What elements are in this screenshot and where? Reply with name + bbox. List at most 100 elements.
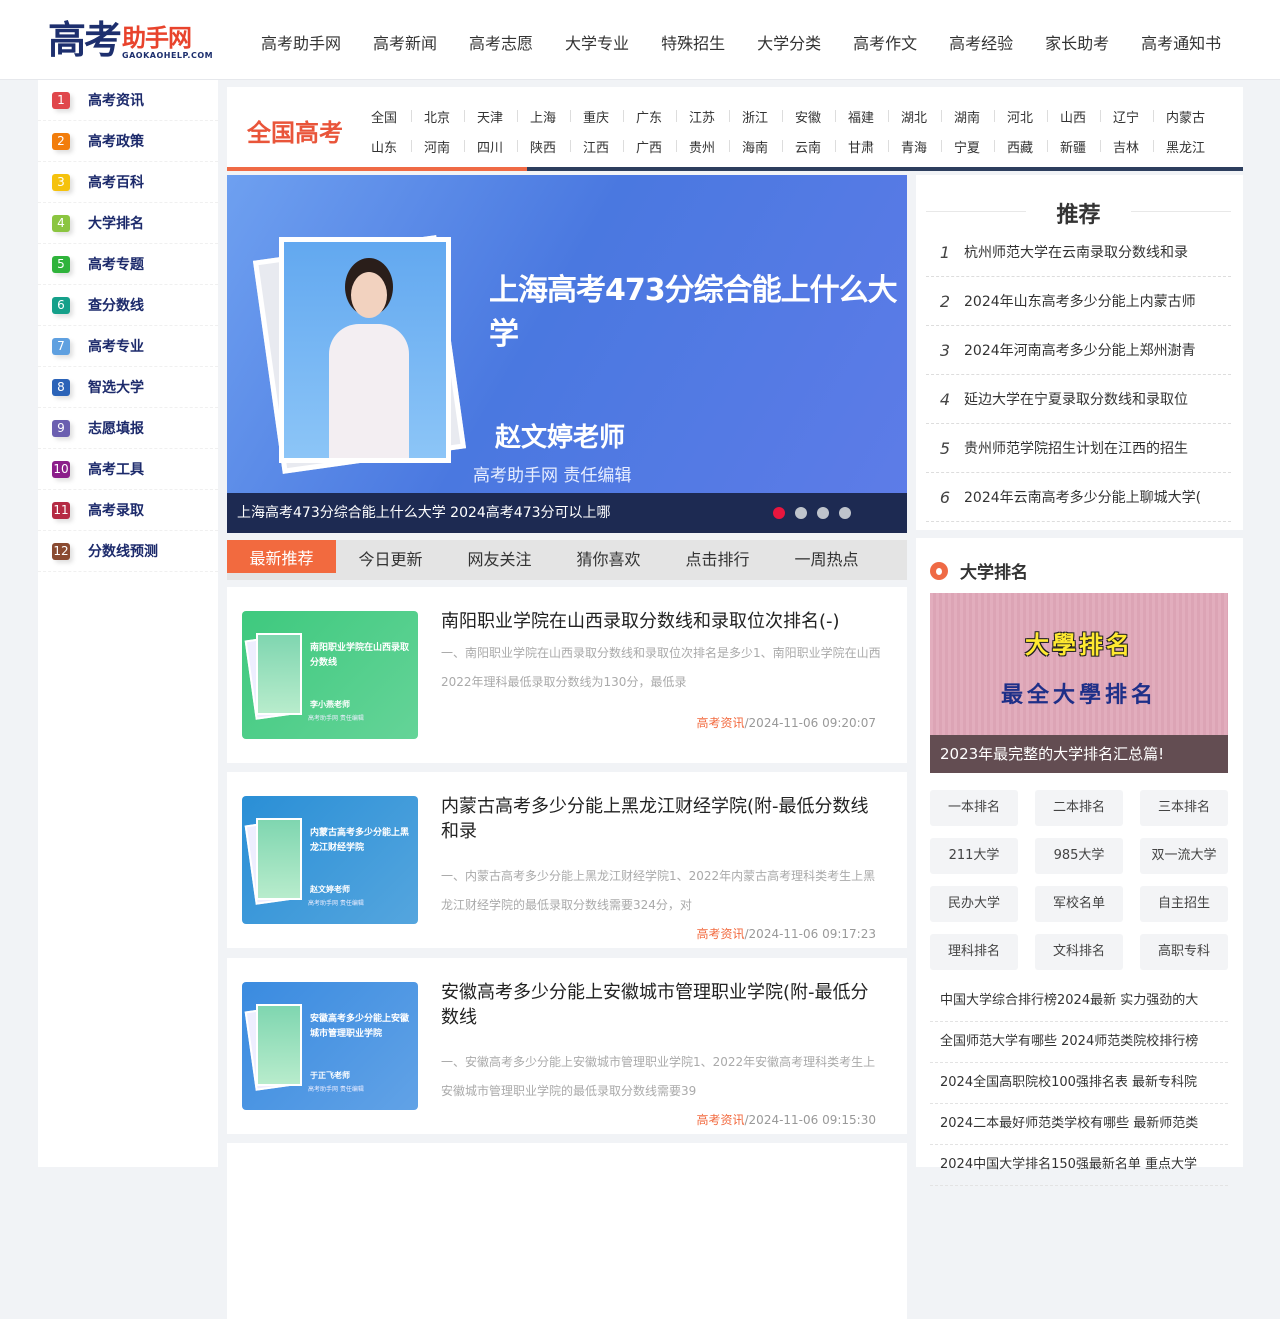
article-card[interactable]: 南阳职业学院在山西录取分数线 李小燕老师 高考助手网 责任编辑 南阳职业学院在山西录取… — [227, 587, 907, 763]
ranking-category-button[interactable]: 211大学 — [930, 838, 1018, 874]
province-link[interactable]: 山西 — [1060, 107, 1113, 126]
recommend-link[interactable]: 杭州师范大学在云南录取分数线和录 — [964, 242, 1188, 262]
sidebar-item[interactable]: 2 高考政策 — [38, 121, 218, 162]
sidebar-item[interactable]: 12 分数线预测 — [38, 531, 218, 572]
ranking-article-link[interactable]: 2024二本最好师范类学校有哪些 最新师范类 — [930, 1104, 1228, 1145]
ranking-article-link[interactable]: 2024中国大学排名150强最新名单 重点大学 — [930, 1145, 1228, 1186]
province-link[interactable]: 陕西 — [530, 137, 583, 156]
tab-2[interactable]: 网友关注 — [445, 540, 554, 580]
banner-caption[interactable]: 上海高考473分综合能上什么大学 2024高考473分可以上哪 — [227, 493, 907, 533]
sidebar-item[interactable]: 6 查分数线 — [38, 285, 218, 326]
tab-1[interactable]: 今日更新 — [336, 540, 445, 580]
tab-4[interactable]: 点击排行 — [663, 540, 772, 580]
ranking-category-button[interactable]: 高职专科 — [1140, 934, 1228, 970]
province-link[interactable]: 甘肃 — [848, 137, 901, 156]
article-thumbnail[interactable]: 内蒙古高考多少分能上黑龙江财经学院 赵文婷老师 高考助手网 责任编辑 — [242, 796, 418, 924]
recommend-link[interactable]: 延边大学在宁夏录取分数线和录取位 — [964, 389, 1188, 409]
article-thumbnail[interactable]: 南阳职业学院在山西录取分数线 李小燕老师 高考助手网 责任编辑 — [242, 611, 418, 739]
sidebar-item[interactable]: 10 高考工具 — [38, 449, 218, 490]
article-title[interactable]: 南阳职业学院在山西录取分数线和录取位次排名(-) — [441, 609, 881, 634]
province-link[interactable]: 河北 — [1007, 107, 1060, 126]
recommend-item[interactable]: 4 延边大学在宁夏录取分数线和录取位 — [926, 375, 1231, 424]
nav-link[interactable]: 高考作文 — [853, 30, 917, 54]
ranking-article-link[interactable]: 全国师范大学有哪些 2024师范类院校排行榜 — [930, 1022, 1228, 1063]
ranking-category-button[interactable]: 自主招生 — [1140, 886, 1228, 922]
province-link[interactable]: 上海 — [530, 107, 583, 126]
sidebar-item[interactable]: 7 高考专业 — [38, 326, 218, 367]
province-link[interactable]: 全国 — [371, 107, 424, 126]
ranking-category-button[interactable]: 军校名单 — [1035, 886, 1123, 922]
article-category-link[interactable]: 高考资讯 — [696, 716, 744, 730]
ranking-category-button[interactable]: 一本排名 — [930, 790, 1018, 826]
sidebar-item[interactable]: 4 大学排名 — [38, 203, 218, 244]
recommend-link[interactable]: 2024年山东高考多少分能上内蒙古师 — [964, 291, 1196, 311]
province-link[interactable]: 新疆 — [1060, 137, 1113, 156]
tab-0[interactable]: 最新推荐 — [227, 540, 336, 573]
banner-caption-text[interactable]: 上海高考473分综合能上什么大学 2024高考473分可以上哪 — [237, 505, 611, 521]
banner-carousel[interactable]: 上海高考473分综合能上什么大学 赵文婷老师 高考助手网 责任编辑 上海高考47… — [227, 175, 907, 533]
ranking-category-button[interactable]: 理科排名 — [930, 934, 1018, 970]
ranking-article-link[interactable]: 中国大学综合排行榜2024最新 实力强劲的大 — [930, 981, 1228, 1022]
province-link[interactable]: 贵州 — [689, 137, 742, 156]
province-link[interactable]: 黑龙江 — [1166, 137, 1219, 156]
nav-link[interactable]: 大学分类 — [757, 30, 821, 54]
ranking-category-button[interactable]: 文科排名 — [1035, 934, 1123, 970]
province-link[interactable]: 北京 — [424, 107, 477, 126]
province-link[interactable]: 浙江 — [742, 107, 795, 126]
province-link[interactable]: 天津 — [477, 107, 530, 126]
nav-link[interactable]: 高考经验 — [949, 30, 1013, 54]
carousel-dot[interactable] — [839, 507, 851, 519]
nav-link[interactable]: 高考助手网 — [261, 30, 341, 54]
article-card[interactable]: 内蒙古高考多少分能上黑龙江财经学院 赵文婷老师 高考助手网 责任编辑 内蒙古高考多少分… — [227, 772, 907, 948]
ranking-category-button[interactable]: 985大学 — [1035, 838, 1123, 874]
province-link[interactable]: 湖南 — [954, 107, 1007, 126]
sidebar-item[interactable]: 8 智选大学 — [38, 367, 218, 408]
recommend-item[interactable]: 5 贵州师范学院招生计划在江西的招生 — [926, 424, 1231, 473]
nav-link[interactable]: 大学专业 — [565, 30, 629, 54]
nav-link[interactable]: 家长助考 — [1045, 30, 1109, 54]
sidebar-item[interactable]: 1 高考资讯 — [38, 80, 218, 121]
recommend-item[interactable]: 6 2024年云南高考多少分能上聊城大学( — [926, 473, 1231, 522]
recommend-link[interactable]: 2024年河南高考多少分能上郑州澍青 — [964, 340, 1196, 360]
carousel-dot[interactable] — [795, 507, 807, 519]
recommend-item[interactable]: 1 杭州师范大学在云南录取分数线和录 — [926, 228, 1231, 277]
province-link[interactable]: 福建 — [848, 107, 901, 126]
recommend-item[interactable]: 2 2024年山东高考多少分能上内蒙古师 — [926, 277, 1231, 326]
province-link[interactable]: 青海 — [901, 137, 954, 156]
ranking-article-link[interactable]: 2024全国高职院校100强排名表 最新专科院 — [930, 1063, 1228, 1104]
sidebar-item[interactable]: 5 高考专题 — [38, 244, 218, 285]
sidebar-item[interactable]: 11 高考录取 — [38, 490, 218, 531]
ranking-category-button[interactable]: 民办大学 — [930, 886, 1018, 922]
sidebar-item[interactable]: 3 高考百科 — [38, 162, 218, 203]
province-link[interactable]: 河南 — [424, 137, 477, 156]
province-link[interactable]: 山东 — [371, 137, 424, 156]
nav-link[interactable]: 高考志愿 — [469, 30, 533, 54]
province-link[interactable]: 广东 — [636, 107, 689, 126]
province-link[interactable]: 江西 — [583, 137, 636, 156]
province-link[interactable]: 西藏 — [1007, 137, 1060, 156]
province-link[interactable]: 四川 — [477, 137, 530, 156]
article-category-link[interactable]: 高考资讯 — [696, 927, 744, 941]
province-link[interactable]: 宁夏 — [954, 137, 1007, 156]
tab-5[interactable]: 一周热点 — [772, 540, 881, 580]
article-title[interactable]: 内蒙古高考多少分能上黑龙江财经学院(附-最低分数线和录 — [441, 794, 881, 844]
province-link[interactable]: 重庆 — [583, 107, 636, 126]
nav-link[interactable]: 高考新闻 — [373, 30, 437, 54]
province-link[interactable]: 安徽 — [795, 107, 848, 126]
article-title[interactable]: 安徽高考多少分能上安徽城市管理职业学院(附-最低分数线 — [441, 980, 881, 1030]
carousel-dot[interactable] — [817, 507, 829, 519]
province-link[interactable]: 广西 — [636, 137, 689, 156]
province-link[interactable]: 辽宁 — [1113, 107, 1166, 126]
recommend-link[interactable]: 2024年云南高考多少分能上聊城大学( — [964, 487, 1201, 507]
ranking-banner-caption[interactable]: 2023年最完整的大学排名汇总篇! — [930, 735, 1228, 773]
article-thumbnail[interactable]: 安徽高考多少分能上安徽城市管理职业学院 于正飞老师 高考助手网 责任编辑 — [242, 982, 418, 1110]
province-link[interactable]: 湖北 — [901, 107, 954, 126]
province-link[interactable]: 吉林 — [1113, 137, 1166, 156]
tab-3[interactable]: 猜你喜欢 — [554, 540, 663, 580]
ranking-banner[interactable]: 大學排名 最全大學排名 2023年最完整的大学排名汇总篇! — [930, 593, 1228, 773]
article-card[interactable]: 安徽高考多少分能上安徽城市管理职业学院 于正飞老师 高考助手网 责任编辑 安徽高考多少… — [227, 958, 907, 1134]
article-category-link[interactable]: 高考资讯 — [696, 1113, 744, 1127]
province-link[interactable]: 内蒙古 — [1166, 107, 1219, 126]
nav-link[interactable]: 特殊招生 — [661, 30, 725, 54]
ranking-category-button[interactable]: 二本排名 — [1035, 790, 1123, 826]
